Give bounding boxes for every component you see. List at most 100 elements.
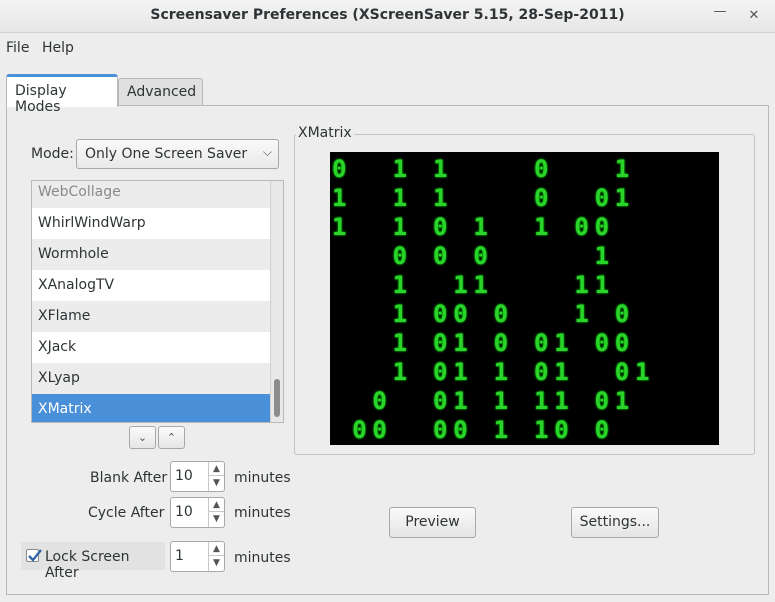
matrix-glyph: 1 — [332, 213, 347, 241]
title-bar: Screensaver Preferences (XScreenSaver 5.… — [0, 0, 775, 33]
close-icon[interactable]: ✕ — [745, 8, 763, 24]
lock-screen-checkbox-row[interactable]: Lock Screen After — [21, 542, 165, 581]
matrix-glyph: 1 — [392, 155, 408, 183]
blank-after-value: 10 — [175, 468, 193, 484]
matrix-glyph: 0 — [534, 358, 549, 386]
matrix-glyph: 1 — [594, 271, 610, 299]
matrix-glyph: 0 — [614, 329, 630, 357]
cycle-after-unit: minutes — [234, 505, 291, 521]
matrix-glyph: 1 — [473, 213, 488, 241]
matrix-glyph: 0 — [534, 329, 549, 357]
list-item-label: XAnalogTV — [38, 277, 115, 293]
settings-button[interactable]: Settings... — [571, 507, 659, 538]
screensaver-list[interactable]: WebCollage WhirlWindWarp Wormhole XAnalo… — [31, 180, 284, 423]
spinner-buttons: ▲ ▼ — [208, 542, 224, 571]
matrix-glyph: 0 — [453, 300, 468, 328]
cycle-after-value: 10 — [175, 504, 193, 520]
matrix-glyph: 0 — [594, 213, 610, 241]
list-item[interactable]: WhirlWindWarp — [32, 208, 272, 239]
matrix-glyph: 1 — [392, 329, 408, 357]
preview-area: 0110111100111011000001111111000101010010… — [330, 152, 719, 445]
matrix-glyph: 0 — [332, 155, 347, 183]
matrix-glyph: 0 — [433, 213, 448, 241]
spinner-buttons: ▲ ▼ — [208, 462, 224, 491]
list-item[interactable]: XJack — [32, 332, 272, 363]
matrix-glyph: 1 — [614, 184, 630, 212]
list-scrollbar[interactable] — [270, 181, 283, 422]
list-item[interactable]: XAnalogTV — [32, 270, 272, 301]
menu-file[interactable]: File — [6, 40, 29, 56]
list-item-selected[interactable]: XMatrix — [32, 394, 272, 422]
matrix-glyph: 1 — [594, 242, 610, 270]
spin-down-icon[interactable]: ▼ — [209, 476, 224, 490]
lock-screen-checkbox[interactable] — [26, 549, 42, 562]
lock-screen-value: 1 — [175, 548, 184, 564]
list-item-label: WhirlWindWarp — [38, 215, 146, 231]
spin-down-icon[interactable]: ▼ — [209, 512, 224, 526]
list-item[interactable]: WebCollage — [32, 181, 272, 208]
matrix-glyph: 0 — [372, 387, 387, 415]
list-item-label: XMatrix — [38, 401, 92, 417]
matrix-glyph: 1 — [574, 271, 589, 299]
matrix-glyph: 0 — [614, 358, 630, 386]
tab-display-modes[interactable]: Display Modes — [6, 74, 118, 115]
list-item[interactable]: Wormhole — [32, 239, 272, 270]
matrix-glyph: 1 — [614, 155, 630, 183]
matrix-glyph: 0 — [433, 416, 448, 444]
move-down-button[interactable]: ⌄ — [129, 426, 156, 449]
list-item[interactable]: XLyap — [32, 363, 272, 394]
mode-select-value: Only One Screen Saver — [85, 146, 248, 162]
list-item-label: WebCollage — [38, 184, 121, 200]
spin-up-icon[interactable]: ▲ — [209, 462, 224, 476]
matrix-glyph: 0 — [453, 416, 468, 444]
matrix-glyph: 0 — [392, 242, 408, 270]
matrix-glyph: 1 — [433, 155, 448, 183]
matrix-glyph: 1 — [554, 358, 569, 386]
matrix-glyph: 0 — [594, 387, 610, 415]
cycle-after-spinner[interactable]: 10 ▲ ▼ — [170, 497, 225, 528]
matrix-glyph: 0 — [372, 416, 387, 444]
matrix-glyph: 1 — [453, 329, 468, 357]
spin-up-icon[interactable]: ▲ — [209, 542, 224, 556]
matrix-glyph: 0 — [493, 329, 509, 357]
blank-after-spinner[interactable]: 10 ▲ ▼ — [170, 461, 225, 492]
matrix-glyph: 0 — [493, 300, 509, 328]
scrollbar-thumb[interactable] — [274, 379, 280, 417]
matrix-glyph: 0 — [594, 329, 610, 357]
lock-screen-label: Lock Screen After — [45, 549, 130, 581]
matrix-glyph: 0 — [433, 329, 448, 357]
spin-up-icon[interactable]: ▲ — [209, 498, 224, 512]
matrix-glyph: 1 — [534, 213, 549, 241]
matrix-glyph: 1 — [554, 387, 569, 415]
matrix-glyph: 1 — [534, 416, 549, 444]
minimize-icon[interactable]: — — [711, 4, 729, 20]
matrix-glyph: 0 — [614, 300, 630, 328]
matrix-glyph: 1 — [554, 329, 569, 357]
matrix-glyph: 0 — [433, 387, 448, 415]
matrix-glyph: 0 — [473, 242, 488, 270]
lock-screen-spinner[interactable]: 1 ▲ ▼ — [170, 541, 225, 572]
move-up-button[interactable]: ⌃ — [158, 426, 185, 449]
chevron-down-icon: ⌵ — [262, 145, 272, 159]
matrix-glyph: 1 — [392, 184, 408, 212]
matrix-glyph: 1 — [453, 358, 468, 386]
tab-advanced[interactable]: Advanced — [118, 78, 203, 106]
list-item-label: XFlame — [38, 308, 91, 324]
mode-select[interactable]: Only One Screen Saver ⌵ — [76, 139, 279, 169]
blank-after-unit: minutes — [234, 470, 291, 486]
list-item[interactable]: XFlame — [32, 301, 272, 332]
matrix-glyph: 1 — [493, 387, 509, 415]
spin-down-icon[interactable]: ▼ — [209, 556, 224, 570]
preview-button[interactable]: Preview — [389, 507, 476, 538]
matrix-glyph: 1 — [473, 271, 488, 299]
mode-label: Mode: — [31, 146, 74, 162]
matrix-glyph: 0 — [594, 416, 610, 444]
menu-help[interactable]: Help — [42, 40, 74, 56]
matrix-glyph: 1 — [635, 358, 650, 386]
matrix-glyph: 1 — [392, 271, 408, 299]
spinner-buttons: ▲ ▼ — [208, 498, 224, 527]
cycle-after-label: Cycle After — [88, 505, 165, 521]
screensaver-list-rows: WebCollage WhirlWindWarp Wormhole XAnalo… — [32, 181, 272, 422]
matrix-glyph: 1 — [392, 358, 408, 386]
check-icon — [28, 549, 42, 562]
